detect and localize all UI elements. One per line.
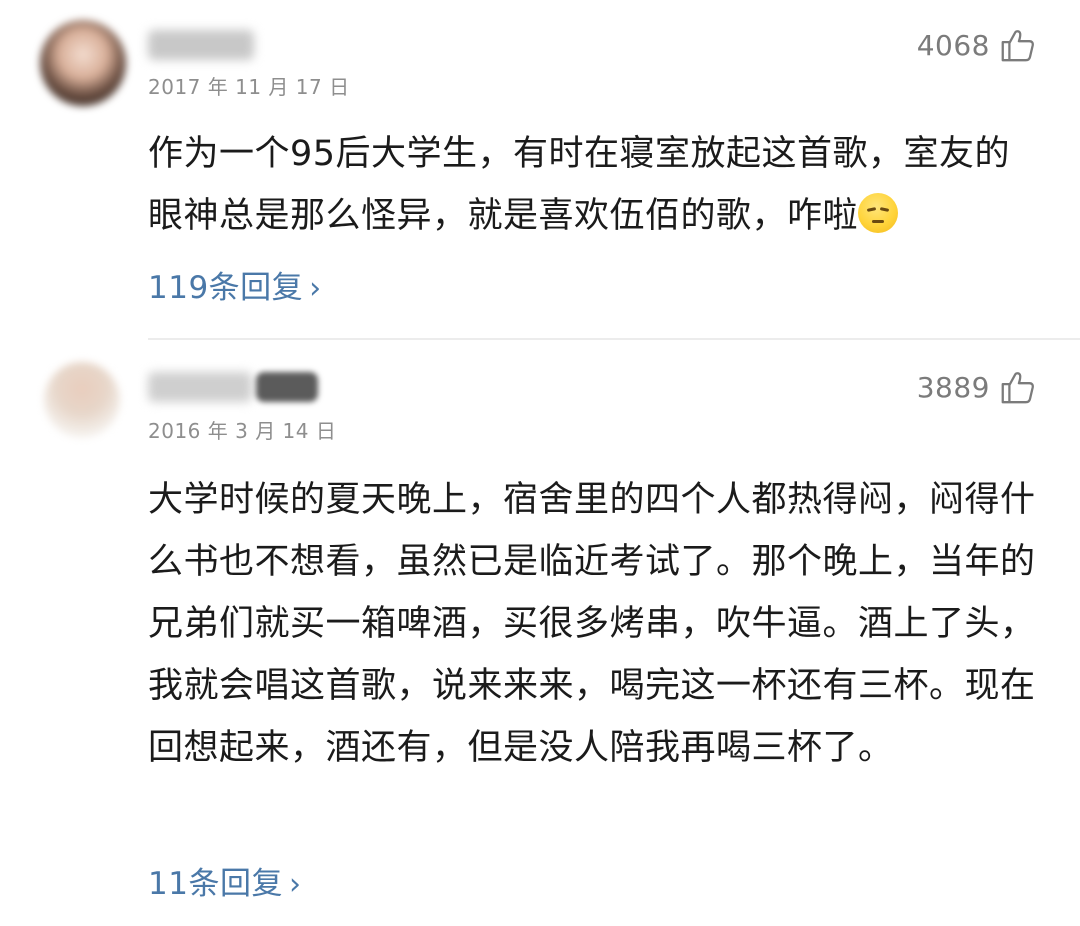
like-button[interactable]: 3889 <box>917 368 1036 406</box>
comment-date: 2017 年 11 月 17 日 <box>148 75 350 99</box>
username-blurred[interactable] <box>148 30 254 60</box>
avatar[interactable] <box>40 20 126 106</box>
chevron-right-icon: › <box>309 271 322 306</box>
chevron-right-icon: › <box>288 867 302 902</box>
thumbs-up-icon <box>1001 30 1034 62</box>
like-count: 4068 <box>916 28 990 62</box>
pensive-face-icon <box>858 193 899 233</box>
like-count: 3889 <box>916 370 990 404</box>
comment-date: 2016 年 3 月 14 日 <box>148 419 337 443</box>
divider <box>148 338 1080 340</box>
avatar[interactable] <box>44 362 120 438</box>
thumbs-up-icon <box>1001 372 1034 404</box>
view-replies-link[interactable]: 119条回复 › <box>148 262 322 307</box>
user-badge <box>256 372 318 402</box>
like-button[interactable]: 4068 <box>917 26 1036 64</box>
comment-text: 作为一个95后大学生，有时在寝室放起这首歌，室友的眼神总是那么怪异，就是喜欢伍佰… <box>148 134 1011 236</box>
view-replies-link[interactable]: 11条回复 › <box>148 858 301 903</box>
username-blurred[interactable] <box>148 372 252 402</box>
comment-text: 大学时候的夏天晚上，宿舍里的四个人都热得闷，闷得什么书也不想看，虽然已是临近考试… <box>148 480 1036 768</box>
